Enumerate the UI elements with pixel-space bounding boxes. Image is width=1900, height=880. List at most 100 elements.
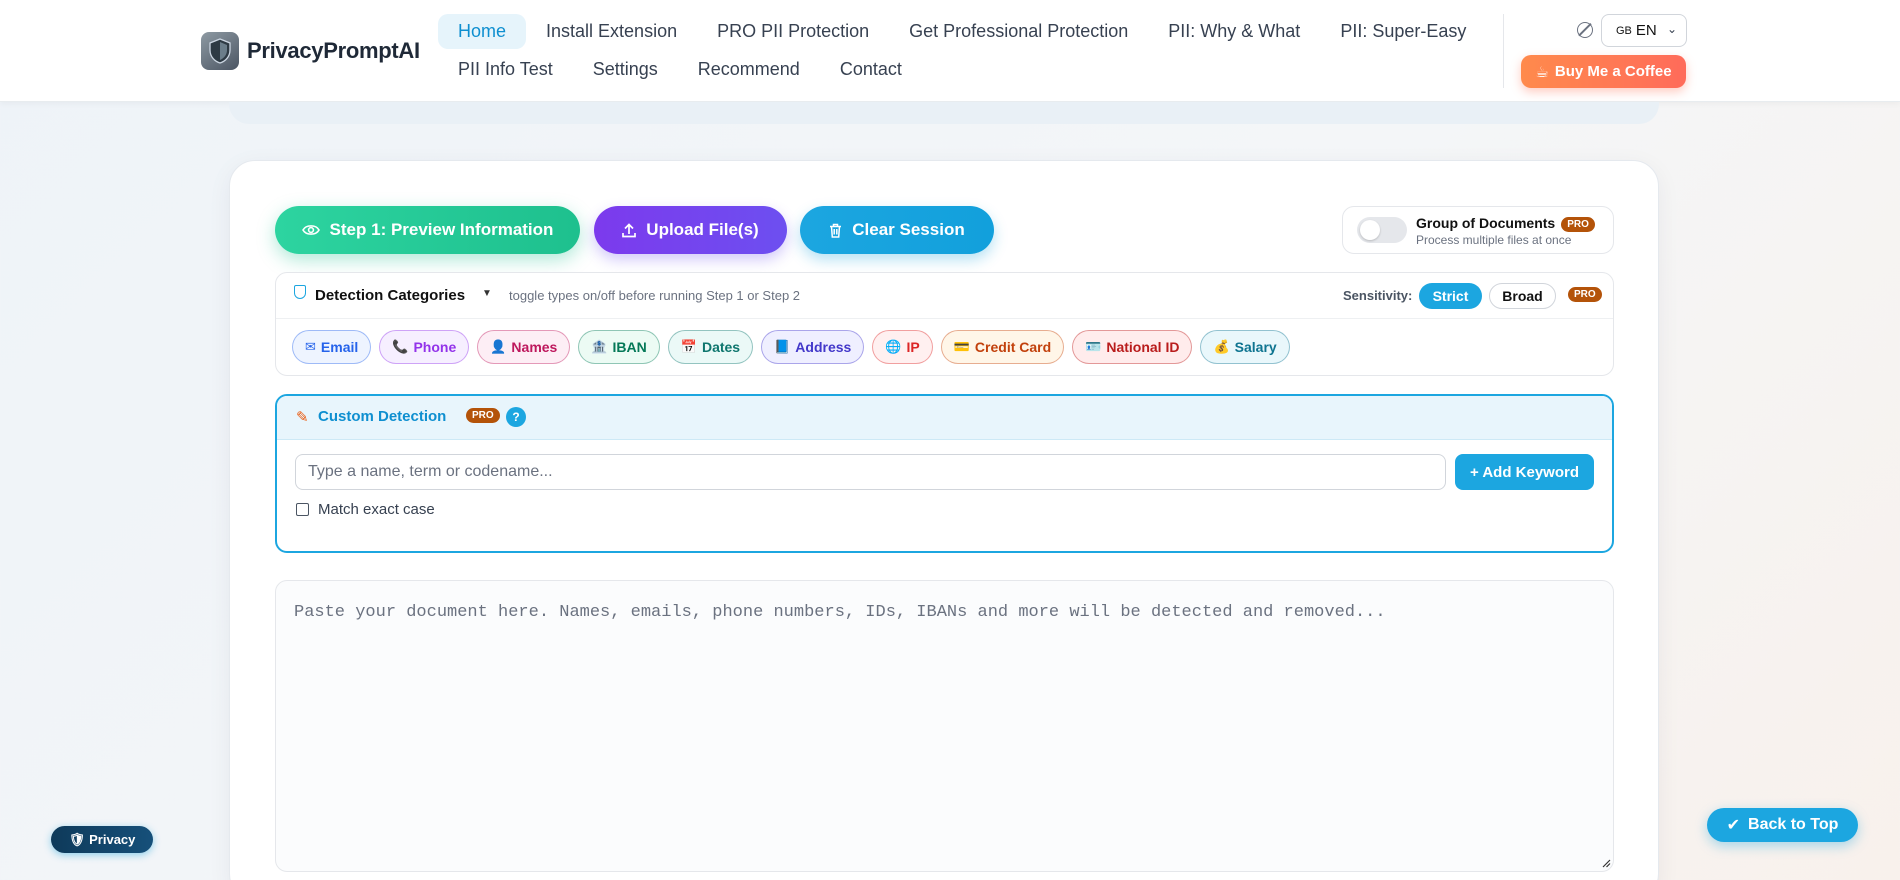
resize-handle-icon[interactable]	[1601, 858, 1611, 868]
ip-icon: 🌐	[885, 339, 902, 354]
add-keyword-button[interactable]: + Add Keyword	[1455, 454, 1594, 490]
category-chip-phone[interactable]: 📞 Phone	[379, 330, 470, 364]
privacy-label: Privacy	[89, 832, 136, 847]
eye-icon	[301, 225, 320, 235]
main-nav: Home Install Extension PRO PII Protectio…	[438, 12, 1478, 88]
category-chip-label: Phone	[413, 339, 457, 355]
category-chip-label: IP	[906, 339, 920, 355]
trash-icon	[830, 223, 842, 238]
flag-icon: GB	[1616, 24, 1632, 37]
detection-categories-panel: Detection Categories ▼ toggle types on/o…	[275, 272, 1614, 376]
top-header: PrivacyPromptAI Home Install Extension P…	[0, 0, 1900, 102]
nav-home[interactable]: Home	[438, 13, 527, 49]
category-chip-names[interactable]: 👤 Names	[477, 330, 571, 364]
names-icon: 👤	[490, 339, 507, 354]
nav-professional-protection[interactable]: Get Professional Protection	[889, 14, 1148, 49]
pro-badge: PRO	[466, 408, 500, 423]
sensitivity-strict-button[interactable]: Strict	[1419, 283, 1482, 309]
category-chip-label: Salary	[1234, 339, 1277, 355]
match-exact-case-label: Match exact case	[318, 501, 435, 518]
nav-install-extension[interactable]: Install Extension	[526, 14, 697, 49]
shield-icon: 🛡	[68, 831, 86, 847]
category-chip-label: Address	[795, 339, 852, 355]
custom-detection-title: Custom Detection	[318, 408, 447, 425]
category-chip-national-id[interactable]: 🪪 National ID	[1072, 330, 1193, 364]
custom-detection-panel: ✎ Custom Detection PRO ? + Add Keyword M…	[275, 394, 1614, 553]
category-chip-label: Names	[511, 339, 558, 355]
custom-detection-header: ✎ Custom Detection PRO ?	[277, 396, 1612, 440]
chevron-down-icon: ⌄	[1666, 22, 1677, 36]
coffee-cup-icon: ☕	[1535, 63, 1549, 81]
shield-icon	[294, 285, 306, 299]
category-chip-address[interactable]: 📘 Address	[761, 330, 865, 364]
clear-session-button[interactable]: Clear Session	[800, 206, 994, 254]
group-documents-toggle[interactable]	[1357, 217, 1407, 243]
phone-icon: 📞	[392, 339, 409, 354]
brand-name: PrivacyPromptAI	[247, 38, 420, 63]
category-chip-iban[interactable]: 🏦 IBAN	[578, 330, 660, 364]
national-id-icon: 🪪	[1085, 339, 1102, 354]
category-chips: ✉ Email 📞 Phone 👤 Names 🏦 IBAN 📅 Dates 📘 Address 🌐 IP…	[292, 330, 1290, 364]
buy-coffee-label: Buy Me a Coffee	[1554, 63, 1672, 80]
clear-label: Clear Session	[852, 220, 965, 239]
category-chip-ip[interactable]: 🌐 IP	[872, 330, 933, 364]
upload-files-button[interactable]: Upload File(s)	[594, 206, 787, 254]
match-exact-case-checkbox[interactable]	[296, 503, 309, 516]
pro-badge: PRO	[1568, 287, 1602, 302]
email-icon: ✉	[305, 339, 316, 354]
category-chip-credit-card[interactable]: 💳 Credit Card	[940, 330, 1065, 364]
sensitivity-label: Sensitivity:	[1343, 288, 1413, 303]
nav-pii-super-easy[interactable]: PII: Super-Easy	[1320, 14, 1486, 49]
check-icon: ✔	[1726, 817, 1741, 834]
step1-preview-button[interactable]: Step 1: Preview Information	[275, 206, 580, 254]
privacy-pill-button[interactable]: 🛡 Privacy	[51, 826, 153, 853]
detection-title: Detection Categories	[315, 287, 466, 304]
header-divider	[1503, 14, 1504, 88]
detection-hint: toggle types on/off before running Step …	[509, 288, 801, 303]
category-chip-label: IBAN	[612, 339, 647, 355]
privacy-off-icon	[1577, 22, 1593, 38]
nav-pro-pii-protection[interactable]: PRO PII Protection	[697, 14, 889, 49]
keyword-input[interactable]	[295, 454, 1446, 490]
language-select[interactable]: GB EN ⌄	[1601, 14, 1687, 47]
category-chip-email[interactable]: ✉ Email	[292, 330, 372, 364]
upload-icon	[622, 222, 637, 237]
hero-strip	[229, 102, 1659, 124]
help-icon[interactable]: ?	[506, 407, 526, 427]
group-subtitle: Process multiple files at once	[1416, 233, 1572, 247]
nav-pii-why-what[interactable]: PII: Why & What	[1148, 14, 1320, 49]
group-documents-panel: Group of Documents PRO Process multiple f…	[1342, 206, 1614, 254]
toggle-knob	[1360, 220, 1380, 240]
nav-settings[interactable]: Settings	[573, 52, 678, 87]
nav-row-1: Home Install Extension PRO PII Protectio…	[438, 12, 1478, 50]
back-to-top-button[interactable]: ✔ Back to Top	[1707, 808, 1858, 842]
document-textarea[interactable]	[275, 580, 1614, 872]
category-chip-dates[interactable]: 📅 Dates	[667, 330, 754, 364]
nav-recommend[interactable]: Recommend	[678, 52, 820, 87]
detection-header[interactable]: Detection Categories ▼ toggle types on/o…	[276, 273, 1613, 319]
buy-coffee-button[interactable]: ☕ Buy Me a Coffee	[1521, 55, 1686, 88]
brand-logo[interactable]: PrivacyPromptAI	[201, 32, 420, 70]
salary-icon: 💰	[1213, 339, 1230, 354]
sensitivity-broad-button[interactable]: Broad	[1489, 283, 1556, 309]
back-to-top-label: Back to Top	[1748, 816, 1839, 833]
group-title: Group of Documents PRO	[1416, 215, 1595, 232]
nav-contact[interactable]: Contact	[820, 52, 922, 87]
category-chip-label: Dates	[701, 339, 741, 355]
credit-card-icon: 💳	[953, 339, 970, 354]
nav-pii-info-test[interactable]: PII Info Test	[438, 52, 573, 87]
dates-icon: 📅	[680, 339, 697, 354]
category-chip-label: Email	[320, 339, 359, 355]
category-chip-label: National ID	[1106, 339, 1180, 355]
category-chip-label: Credit Card	[974, 339, 1052, 355]
iban-icon: 🏦	[591, 339, 608, 354]
preview-label: Step 1: Preview Information	[329, 220, 554, 239]
caret-down-icon[interactable]: ▼	[482, 288, 492, 299]
shield-logo-icon	[201, 32, 239, 70]
upload-label: Upload File(s)	[646, 220, 759, 239]
category-chip-salary[interactable]: 💰 Salary	[1200, 330, 1290, 364]
pro-badge: PRO	[1561, 216, 1595, 232]
pencil-icon: ✎	[296, 409, 309, 426]
nav-row-2: PII Info Test Settings Recommend Contact	[438, 50, 1478, 88]
address-icon: 📘	[774, 339, 791, 354]
